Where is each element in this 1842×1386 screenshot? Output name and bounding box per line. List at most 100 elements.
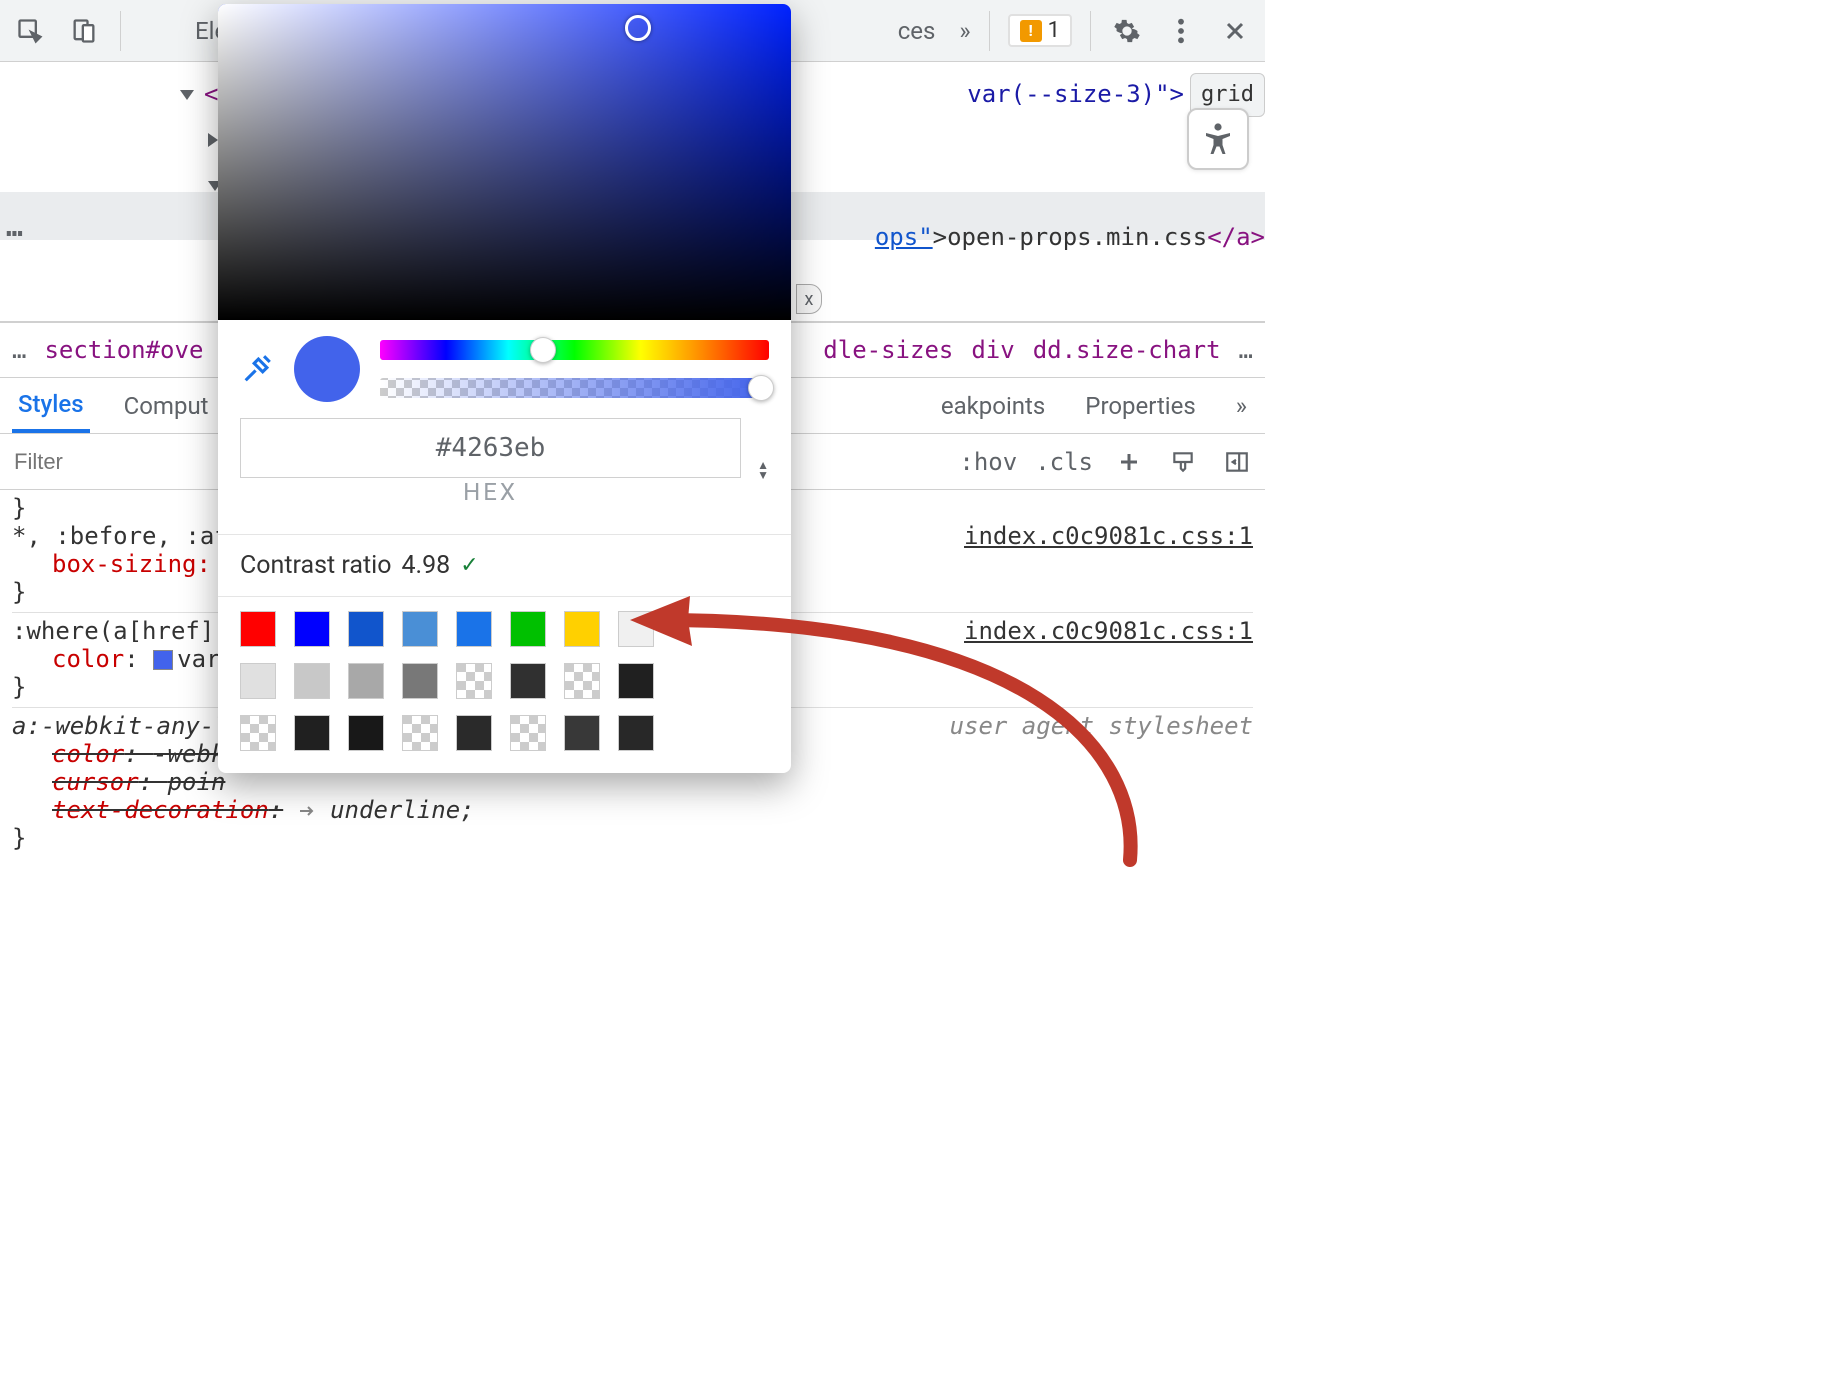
- css-property: text-decoration: [52, 796, 269, 824]
- rule-source-link[interactable]: index.c0c9081c.css:1: [964, 617, 1253, 645]
- toolbar-divider: [120, 11, 121, 51]
- dom-link-text[interactable]: ops": [875, 223, 933, 251]
- paint-brush-icon[interactable]: [1165, 444, 1201, 480]
- toolbar-divider: [1090, 11, 1091, 51]
- subtab-styles[interactable]: Styles: [12, 378, 90, 433]
- close-x-label: x: [805, 289, 814, 310]
- palette-swatch[interactable]: [564, 715, 600, 751]
- new-style-rule-icon[interactable]: [1111, 444, 1147, 480]
- more-subtabs-indicator[interactable]: »: [1230, 378, 1253, 433]
- palette-swatch[interactable]: [294, 715, 330, 751]
- cls-toggle[interactable]: .cls: [1035, 448, 1093, 476]
- contrast-label: Contrast ratio: [240, 551, 391, 580]
- palette-swatch[interactable]: [564, 611, 600, 647]
- palette-swatch[interactable]: [618, 611, 654, 647]
- hue-slider[interactable]: [380, 340, 769, 360]
- palette-swatch[interactable]: [348, 715, 384, 751]
- dom-text: open-props.min.css: [947, 223, 1207, 251]
- palette-swatch[interactable]: [402, 611, 438, 647]
- issues-badge[interactable]: ! 1: [1008, 14, 1072, 47]
- palette-spinner[interactable]: ▲▼: [672, 619, 769, 639]
- expand-caret-down-icon[interactable]: [180, 90, 194, 100]
- dom-ellipsis-icon: …: [6, 200, 23, 253]
- breadcrumb-item[interactable]: dd.size-chart: [1033, 336, 1221, 364]
- color-format-label: HEX: [240, 478, 741, 522]
- more-tabs-indicator[interactable]: »: [959, 17, 970, 45]
- palette-swatch[interactable]: [456, 611, 492, 647]
- css-value: poin: [168, 768, 226, 796]
- css-property: color: [52, 740, 124, 768]
- palette-swatch[interactable]: [402, 715, 438, 751]
- palette-swatch[interactable]: [240, 663, 276, 699]
- rule-source-link[interactable]: index.c0c9081c.css:1: [964, 522, 1253, 550]
- hov-toggle[interactable]: :hov: [959, 448, 1017, 476]
- css-property[interactable]: color: [52, 645, 124, 673]
- palette-swatch[interactable]: [618, 715, 654, 751]
- tab-sources[interactable]: ces: [892, 3, 942, 59]
- dom-attr-value: var(--size-3)">: [967, 72, 1184, 118]
- palette-swatch[interactable]: [564, 663, 600, 699]
- dom-text: >: [933, 223, 947, 251]
- breadcrumb-ellipsis[interactable]: …: [12, 336, 26, 364]
- close-pill-fragment[interactable]: x: [796, 284, 822, 314]
- rule-source-ua: user agent stylesheet: [950, 712, 1253, 740]
- palette-swatch[interactable]: [510, 663, 546, 699]
- subtab-computed[interactable]: Comput: [118, 378, 215, 433]
- alpha-slider[interactable]: [380, 378, 769, 398]
- current-color-preview: [294, 336, 360, 402]
- hue-thumb[interactable]: [530, 337, 556, 363]
- palette-swatches: ▲▼: [218, 597, 791, 773]
- subtab-properties[interactable]: Properties: [1079, 378, 1201, 433]
- subtab-label: Styles: [18, 390, 84, 418]
- breadcrumb-item[interactable]: div: [971, 336, 1014, 364]
- eyedropper-icon[interactable]: [240, 352, 274, 386]
- palette-swatch[interactable]: [240, 715, 276, 751]
- palette-swatch[interactable]: [456, 715, 492, 751]
- subtab-label: Comput: [124, 392, 209, 420]
- subtab-more: »: [1236, 392, 1247, 420]
- toggle-sidebar-icon[interactable]: [1219, 444, 1255, 480]
- subtab-breakpoints[interactable]: eakpoints: [935, 378, 1051, 433]
- inspect-element-icon[interactable]: [12, 13, 48, 49]
- palette-swatch[interactable]: [240, 611, 276, 647]
- palette-swatch[interactable]: [294, 611, 330, 647]
- expand-caret-right-icon[interactable]: [208, 133, 218, 147]
- palette-swatch[interactable]: [402, 663, 438, 699]
- css-value: -webk: [153, 740, 225, 768]
- subtab-label: Properties: [1085, 392, 1195, 420]
- breadcrumb-item[interactable]: dle-sizes: [823, 336, 953, 364]
- palette-swatch[interactable]: [348, 663, 384, 699]
- saturation-value-field[interactable]: [218, 4, 791, 320]
- palette-swatch[interactable]: [510, 715, 546, 751]
- tab-sources-label-suffix: ces: [898, 17, 936, 45]
- palette-swatch[interactable]: [294, 663, 330, 699]
- breadcrumb-item[interactable]: section#ove: [44, 336, 203, 364]
- issues-count: 1: [1048, 18, 1060, 43]
- contrast-value: 4.98: [401, 551, 450, 580]
- sv-cursor[interactable]: [625, 15, 651, 41]
- settings-gear-icon[interactable]: [1109, 13, 1145, 49]
- breadcrumb-ellipsis[interactable]: …: [1239, 336, 1253, 364]
- color-format-toggle[interactable]: ▲ ▼: [757, 460, 769, 480]
- palette-swatch[interactable]: [618, 663, 654, 699]
- chevron-down-icon: ▼: [757, 470, 769, 480]
- close-icon[interactable]: [1217, 13, 1253, 49]
- dom-text: </a>: [1207, 223, 1265, 251]
- color-picker-popup: HEX ▲ ▼ Contrast ratio 4.98 ✓ ▲▼: [218, 4, 791, 773]
- palette-swatch[interactable]: [456, 663, 492, 699]
- contrast-ratio-row[interactable]: Contrast ratio 4.98 ✓: [218, 534, 791, 597]
- accessibility-icon-button[interactable]: [1187, 108, 1249, 170]
- device-toggle-icon[interactable]: [66, 13, 102, 49]
- color-swatch-icon[interactable]: [153, 650, 173, 670]
- alpha-thumb[interactable]: [748, 375, 774, 401]
- check-icon: ✓: [460, 553, 478, 578]
- css-value[interactable]: var: [177, 645, 220, 673]
- css-property[interactable]: box-sizing:: [52, 550, 211, 578]
- palette-swatch[interactable]: [348, 611, 384, 647]
- hex-input[interactable]: [240, 418, 741, 478]
- kebab-menu-icon[interactable]: [1163, 13, 1199, 49]
- css-value: underline;: [330, 796, 475, 824]
- toolbar-divider: [989, 11, 990, 51]
- palette-swatch[interactable]: [510, 611, 546, 647]
- subtab-label: eakpoints: [941, 392, 1045, 420]
